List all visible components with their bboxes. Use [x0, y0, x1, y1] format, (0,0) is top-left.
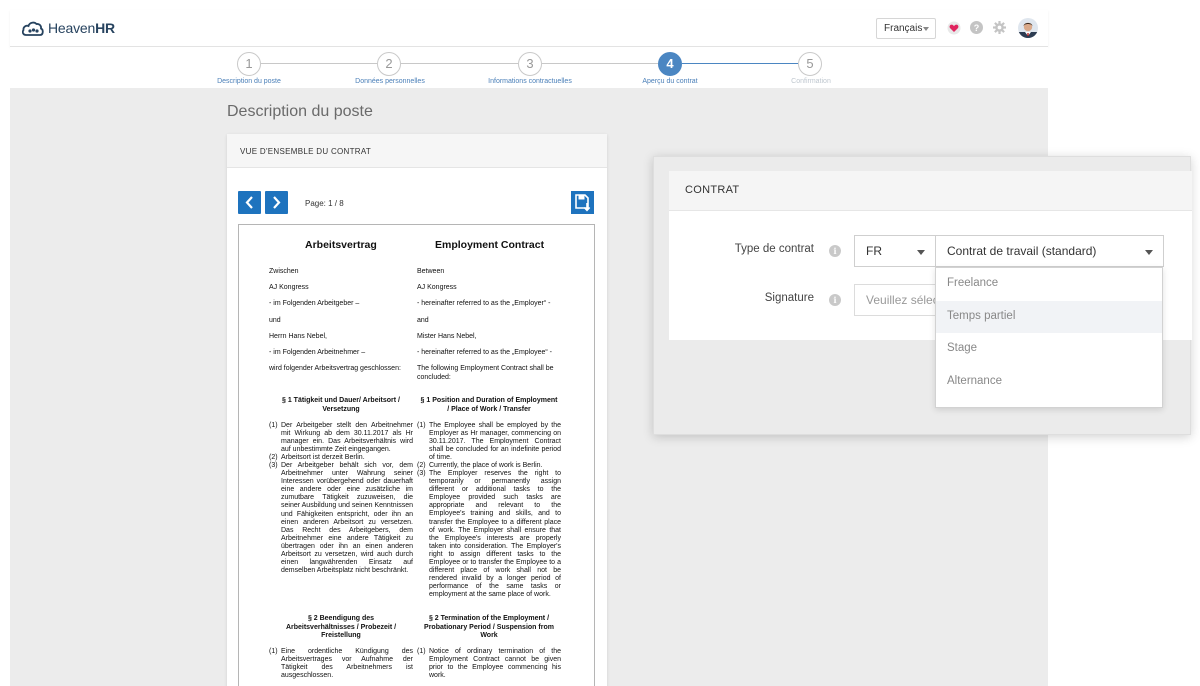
doc-text: Herrn Hans Nebel, [269, 333, 327, 340]
step-1-label[interactable]: Description du poste [217, 78, 281, 85]
doc-paragraph: Currently, the place of work is Berlin. [429, 462, 543, 469]
avatar[interactable] [1018, 18, 1038, 38]
country-value: FR [866, 244, 882, 258]
step-3-label[interactable]: Informations contractuelles [488, 78, 572, 85]
doc-paragraph: Eine ordentliche Kündigung des Arbeitsve… [281, 648, 413, 680]
doc-num: (1) [269, 422, 278, 429]
doc-section-title: § 1 Tätigkeit und Dauer/ Arbeitsort / Ve… [282, 397, 400, 413]
gear-icon[interactable] [993, 21, 1006, 34]
contract-type-value: Contrat de travail (standard) [947, 244, 1097, 258]
doc-text: und [269, 317, 281, 324]
doc-text: AJ Kongress [417, 284, 457, 291]
cloud-logo-icon [22, 21, 44, 36]
chevron-down-icon [1145, 250, 1153, 255]
doc-text: wird folgender Arbeitsvertrag geschlosse… [269, 365, 401, 372]
doc-text: AJ Kongress [269, 284, 309, 291]
heart-icon[interactable] [947, 21, 961, 35]
chevron-right-icon [273, 196, 281, 209]
step-2-label[interactable]: Données personnelles [355, 78, 425, 85]
logo-text: HeavenHR [48, 20, 115, 36]
page-indicator: Page: 1 / 8 [305, 199, 344, 208]
country-select[interactable]: FR [854, 235, 936, 267]
save-icon [575, 194, 591, 212]
dropdown-option-alternance[interactable]: Alternance [936, 366, 1162, 399]
doc-section-title: § 2 Termination of the Employment / Prob… [424, 615, 554, 639]
top-bar: HeavenHR Français ? [10, 10, 1048, 47]
doc-text: - hereinafter referred to as the „Employ… [417, 349, 553, 356]
logo[interactable]: HeavenHR [22, 18, 115, 38]
chevron-down-icon [923, 27, 929, 31]
doc-num: (1) [417, 648, 426, 655]
doc-title-de: Arbeitsvertrag [305, 239, 377, 251]
step-connector [261, 63, 377, 64]
contract-type-dropdown: Freelance Temps partiel Stage Alternance [935, 267, 1163, 408]
dropdown-option-stage[interactable]: Stage [936, 333, 1162, 366]
doc-text: Between [417, 268, 445, 275]
chevron-down-icon [917, 250, 925, 255]
doc-paragraph: Der Arbeitgeber behält sich vor, dem Arb… [281, 462, 413, 575]
svg-text:?: ? [974, 23, 980, 33]
chevron-left-icon [245, 196, 253, 209]
doc-paragraph: Der Arbeitgeber stellt den Arbeitnehmer … [281, 422, 413, 454]
doc-text: - im Folgenden Arbeitgeber – [269, 300, 360, 307]
doc-section-title: § 1 Position and Duration of Employment … [420, 397, 558, 413]
app-root: { "header": { "logo_prefix": "Heaven", "… [0, 0, 1200, 686]
step-4[interactable]: 4 [658, 52, 682, 76]
next-page-button[interactable] [265, 191, 288, 214]
step-3[interactable]: 3 [518, 52, 542, 76]
contract-panel-title: CONTRAT [669, 171, 1192, 211]
doc-text: and [417, 317, 429, 324]
doc-text: The following Employment Contract shall … [417, 365, 554, 381]
dropdown-option-temps-partiel[interactable]: Temps partiel [936, 300, 1162, 333]
doc-text: - hereinafter referred to as the „Employ… [417, 300, 551, 307]
doc-paragraph: Arbeitsort ist derzeit Berlin. [281, 454, 365, 461]
dropdown-option-freelance[interactable]: Freelance [936, 268, 1162, 301]
signature-label: Signature [764, 292, 814, 304]
contract-type-select[interactable]: Contrat de travail (standard) [935, 235, 1164, 267]
step-4-label[interactable]: Aperçu du contrat [642, 78, 697, 85]
doc-section-title: § 2 Beendigung des Arbeitsverhältnisses … [285, 615, 397, 639]
doc-text: Zwischen [269, 268, 299, 275]
progress-stepper: 1 2 3 4 5 Description du poste Données p… [10, 47, 1048, 88]
doc-num: (2) [269, 454, 278, 461]
contract-document-preview[interactable]: Arbeitsvertrag Employment Contract Zwisc… [238, 224, 595, 686]
contract-type-label: Type de contrat [734, 243, 814, 255]
doc-num: (1) [269, 648, 278, 655]
doc-paragraph: Notice of ordinary termination of the Em… [429, 648, 561, 680]
save-download-button[interactable] [571, 191, 594, 214]
language-select[interactable]: Français [876, 18, 936, 39]
step-5-label: Confirmation [791, 78, 831, 85]
contract-overview-card: VUE D'ENSEMBLE DU CONTRAT Page: 1 / 8 Ar… [227, 134, 607, 686]
doc-text: - im Folgenden Arbeitnehmer – [269, 349, 366, 356]
doc-num: (3) [417, 470, 426, 477]
doc-title-en: Employment Contract [435, 239, 545, 251]
doc-num: (1) [417, 422, 426, 429]
step-connector-active [682, 63, 798, 64]
doc-text: Mister Hans Nebel, [417, 333, 477, 340]
contract-panel: CONTRAT Type de contrat i FR Contrat de … [653, 156, 1192, 435]
doc-paragraph: The Employer reserves the right to tempo… [429, 470, 561, 599]
info-icon[interactable]: i [829, 245, 841, 257]
language-value: Français [884, 23, 923, 34]
step-2[interactable]: 2 [377, 52, 401, 76]
page-title: Description du poste [227, 103, 373, 120]
help-icon[interactable]: ? [970, 21, 983, 34]
prev-page-button[interactable] [238, 191, 261, 214]
doc-num: (2) [417, 462, 426, 469]
doc-paragraph: The Employee shall be employed by the Em… [429, 422, 561, 462]
step-connector [401, 63, 518, 64]
card-header: VUE D'ENSEMBLE DU CONTRAT [227, 134, 607, 168]
step-5[interactable]: 5 [798, 52, 822, 76]
step-connector [542, 63, 658, 64]
doc-num: (3) [269, 462, 278, 469]
info-icon[interactable]: i [829, 294, 841, 306]
step-1[interactable]: 1 [237, 52, 261, 76]
